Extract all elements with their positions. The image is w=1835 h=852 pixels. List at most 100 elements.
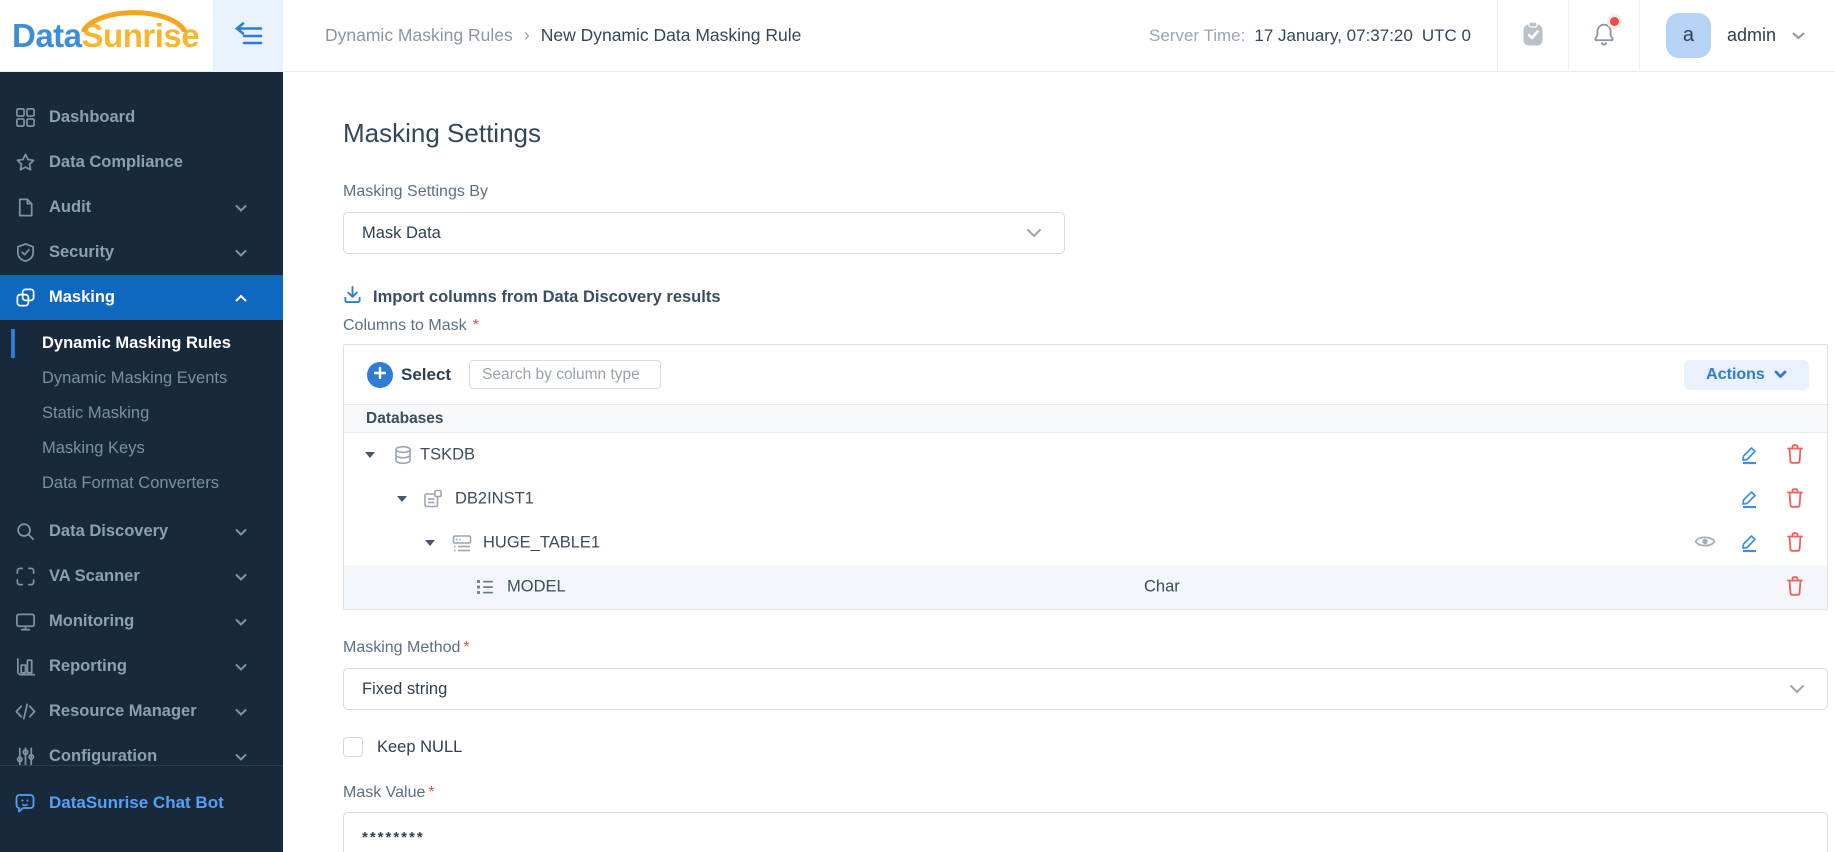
- keep-null-checkbox[interactable]: [343, 737, 363, 757]
- server-time-value: 17 January, 07:37:20: [1254, 25, 1413, 45]
- tree-row-column[interactable]: MODEL Char: [344, 565, 1827, 609]
- tree-row-table[interactable]: HUGE_TABLE1: [344, 521, 1827, 565]
- masking-method-label-text: Masking Method: [343, 639, 461, 656]
- chevron-down-icon: [235, 198, 247, 217]
- caret-down-icon[interactable]: [365, 452, 375, 458]
- mask-value-label-text: Mask Value: [343, 784, 426, 801]
- sidebar-item-security[interactable]: Security: [0, 230, 283, 275]
- columns-panel: Select Actions Databases TSKDB: [343, 344, 1828, 610]
- chevron-down-icon: [235, 243, 247, 262]
- columns-panel-toolbar: Select Actions: [344, 345, 1827, 404]
- required-asterisk: *: [428, 784, 435, 801]
- sidebar-item-masking[interactable]: Masking: [0, 275, 283, 320]
- sidebar-collapse-button[interactable]: [213, 0, 283, 72]
- submenu-item-label: Data Format Converters: [42, 474, 219, 492]
- actions-button-label: Actions: [1706, 365, 1765, 383]
- sidebar-item-label: Masking: [49, 288, 116, 306]
- chevron-down-icon: [235, 612, 247, 631]
- sidebar-item-data-compliance[interactable]: Data Compliance: [0, 140, 283, 185]
- sidebar-item-audit[interactable]: Audit: [0, 185, 283, 230]
- sidebar-item-label: Reporting: [49, 657, 127, 675]
- edit-button[interactable]: [1739, 445, 1760, 466]
- delete-button[interactable]: [1784, 443, 1805, 466]
- page-title: Masking Settings: [343, 118, 541, 148]
- eye-icon: [1693, 534, 1716, 553]
- notifications-button[interactable]: [1569, 0, 1639, 72]
- edit-button[interactable]: [1739, 533, 1760, 554]
- delete-button[interactable]: [1784, 487, 1805, 510]
- table-icon: [452, 533, 472, 553]
- plus-icon: [373, 366, 387, 382]
- submenu-item-masking-keys[interactable]: Masking Keys: [0, 431, 283, 466]
- masking-settings-by-select[interactable]: Mask Data: [343, 212, 1065, 254]
- tasks-button[interactable]: [1498, 0, 1568, 72]
- submenu-item-dynamic-masking-rules[interactable]: Dynamic Masking Rules: [0, 326, 283, 361]
- column-type-search-input[interactable]: [469, 360, 662, 389]
- chevron-up-icon: [235, 288, 247, 307]
- sidebar-footer: DataSunrise Chat Bot: [0, 765, 283, 852]
- sidebar-item-label: Dashboard: [49, 108, 136, 126]
- view-button[interactable]: [1693, 533, 1716, 554]
- mask-value-input[interactable]: [343, 812, 1828, 852]
- pencil-icon: [1739, 443, 1760, 467]
- tree-node-label: HUGE_TABLE1: [483, 533, 601, 552]
- breadcrumb-current: New Dynamic Data Masking Rule: [540, 25, 802, 45]
- tree-row-database[interactable]: TSKDB: [344, 433, 1827, 477]
- chevron-down-icon: [235, 657, 247, 676]
- pencil-icon: [1739, 531, 1760, 555]
- submenu-item-label: Dynamic Masking Rules: [42, 334, 231, 352]
- sidebar-item-label: Data Compliance: [49, 153, 183, 171]
- star-icon: [14, 152, 36, 174]
- row-actions: [1784, 575, 1805, 599]
- scanner-icon: [14, 566, 36, 588]
- tree-row-schema[interactable]: DB2INST1: [344, 477, 1827, 521]
- sidebar-item-data-discovery[interactable]: Data Discovery: [0, 509, 283, 554]
- active-indicator: [11, 329, 15, 358]
- download-icon: [343, 285, 362, 309]
- sidebar-item-monitoring[interactable]: Monitoring: [0, 599, 283, 644]
- column-list-icon: [475, 577, 495, 597]
- clipboard-check-icon: [1521, 21, 1545, 50]
- schema-icon: [423, 489, 443, 509]
- actions-button[interactable]: Actions: [1684, 359, 1809, 390]
- trash-icon: [1785, 575, 1805, 599]
- masking-submenu: Dynamic Masking Rules Dynamic Masking Ev…: [0, 320, 283, 509]
- bell-icon: [1592, 22, 1616, 49]
- sidebar-item-dashboard[interactable]: Dashboard: [0, 95, 283, 140]
- select-columns-button[interactable]: [367, 361, 393, 388]
- shield-check-icon: [14, 242, 36, 264]
- user-menu[interactable]: a admin: [1640, 13, 1835, 58]
- submenu-item-data-format-converters[interactable]: Data Format Converters: [0, 466, 283, 501]
- breadcrumb-parent[interactable]: Dynamic Masking Rules: [325, 25, 513, 46]
- keep-null-label: Keep NULL: [377, 737, 463, 756]
- submenu-item-static-masking[interactable]: Static Masking: [0, 396, 283, 431]
- import-columns-link[interactable]: Import columns from Data Discovery resul…: [343, 285, 1828, 309]
- search-icon: [14, 521, 36, 543]
- caret-down-icon[interactable]: [397, 496, 407, 502]
- topbar-right: Server Time: 17 January, 07:37:20 UTC 0: [1149, 0, 1835, 72]
- delete-button[interactable]: [1784, 531, 1805, 554]
- masking-method-select[interactable]: Fixed string: [343, 668, 1828, 710]
- server-time-zone: UTC 0: [1421, 25, 1471, 45]
- sidebar-item-label: Resource Manager: [49, 702, 197, 720]
- submenu-item-dynamic-masking-events[interactable]: Dynamic Masking Events: [0, 361, 283, 396]
- delete-button[interactable]: [1784, 575, 1805, 599]
- sidebar-item-reporting[interactable]: Reporting: [0, 644, 283, 689]
- sunrise-arc-icon: [78, 2, 190, 37]
- datasunrise-logo[interactable]: DataSunrise: [0, 0, 213, 72]
- row-actions: [1739, 443, 1805, 466]
- server-time: Server Time: 17 January, 07:37:20 UTC 0: [1149, 26, 1471, 46]
- document-icon: [14, 197, 36, 219]
- sidebar-item-chat-bot[interactable]: DataSunrise Chat Bot: [0, 780, 283, 825]
- sidebar-item-resource-manager[interactable]: Resource Manager: [0, 689, 283, 734]
- sidebar-item-va-scanner[interactable]: VA Scanner: [0, 554, 283, 599]
- required-asterisk: *: [472, 317, 479, 334]
- logo-word-data: Data: [12, 16, 82, 54]
- select-label: Select: [401, 364, 452, 384]
- user-name: admin: [1726, 25, 1776, 45]
- sidebar-item-label: Monitoring: [49, 612, 135, 630]
- edit-button[interactable]: [1739, 489, 1760, 510]
- caret-down-icon[interactable]: [425, 540, 435, 546]
- chevron-down-icon: [1774, 366, 1787, 384]
- masking-method-label: Masking Method *: [343, 638, 1828, 658]
